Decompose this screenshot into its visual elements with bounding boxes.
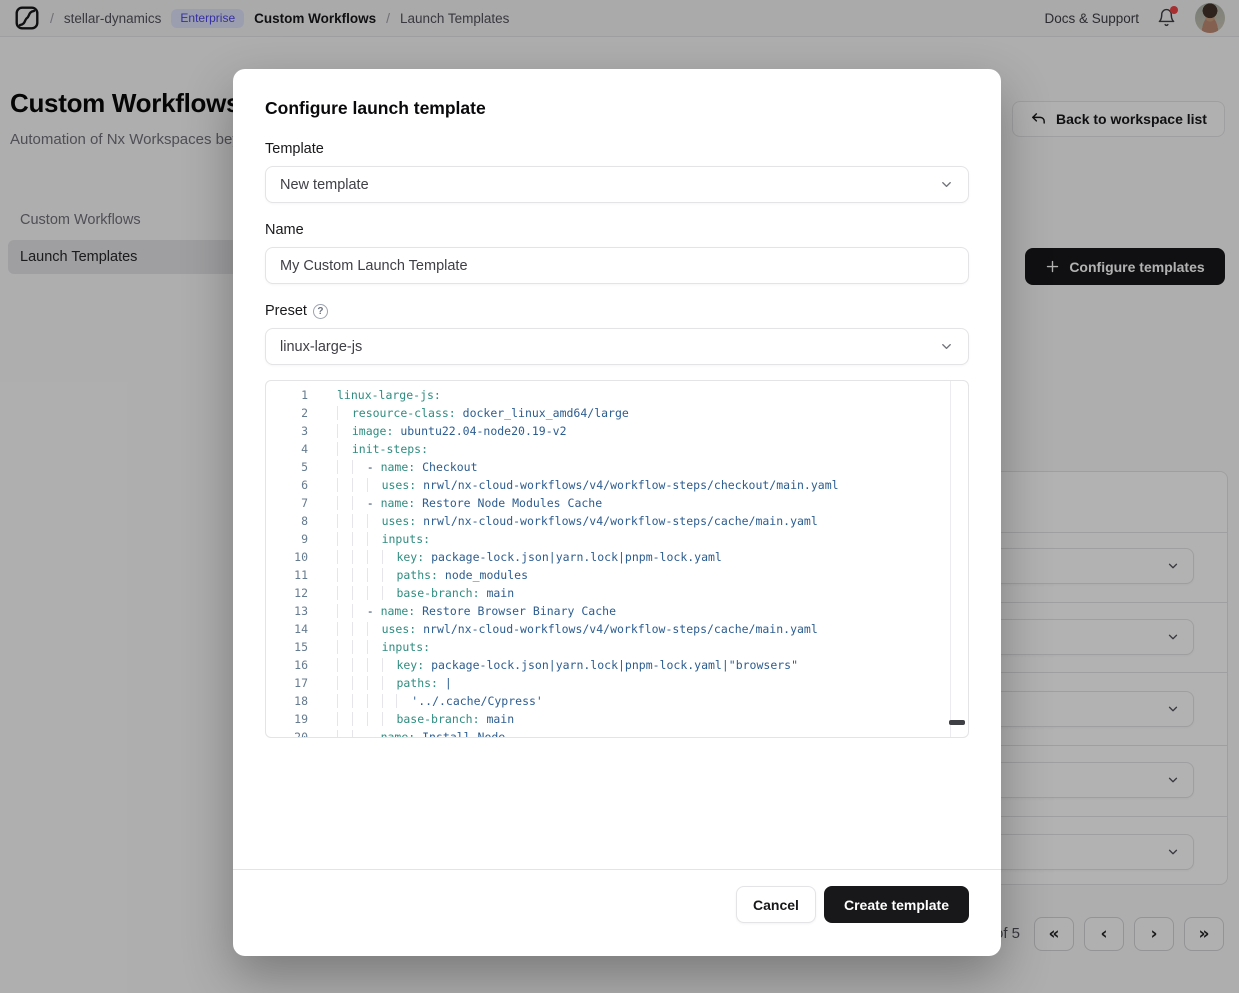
preset-label-text: Preset	[265, 303, 307, 319]
create-template-button[interactable]: Create template	[824, 886, 969, 923]
preset-select[interactable]: linux-large-js	[265, 328, 969, 365]
editor-scrollbar-thumb[interactable]	[949, 720, 965, 725]
yaml-code-editor[interactable]: 1linux-large-js:2 resource-class: docker…	[265, 380, 969, 738]
preset-field-label: Preset ?	[265, 303, 969, 319]
configure-launch-template-modal: Configure launch template Template New t…	[233, 69, 1001, 956]
modal-footer-divider	[233, 869, 1001, 870]
cancel-button[interactable]: Cancel	[736, 886, 816, 923]
template-field-label: Template	[265, 141, 969, 157]
template-select-value: New template	[280, 177, 369, 193]
chevron-down-icon	[939, 339, 954, 354]
template-select[interactable]: New template	[265, 166, 969, 203]
code-editor-lines: 1linux-large-js:2 resource-class: docker…	[266, 386, 968, 738]
name-input-wrap	[265, 247, 969, 284]
name-field-label: Name	[265, 222, 969, 238]
help-icon[interactable]: ?	[313, 304, 328, 319]
editor-scrollbar-track	[950, 381, 951, 737]
modal-title: Configure launch template	[265, 98, 969, 119]
preset-select-value: linux-large-js	[280, 339, 362, 355]
chevron-down-icon	[939, 177, 954, 192]
name-input[interactable]	[280, 258, 954, 274]
